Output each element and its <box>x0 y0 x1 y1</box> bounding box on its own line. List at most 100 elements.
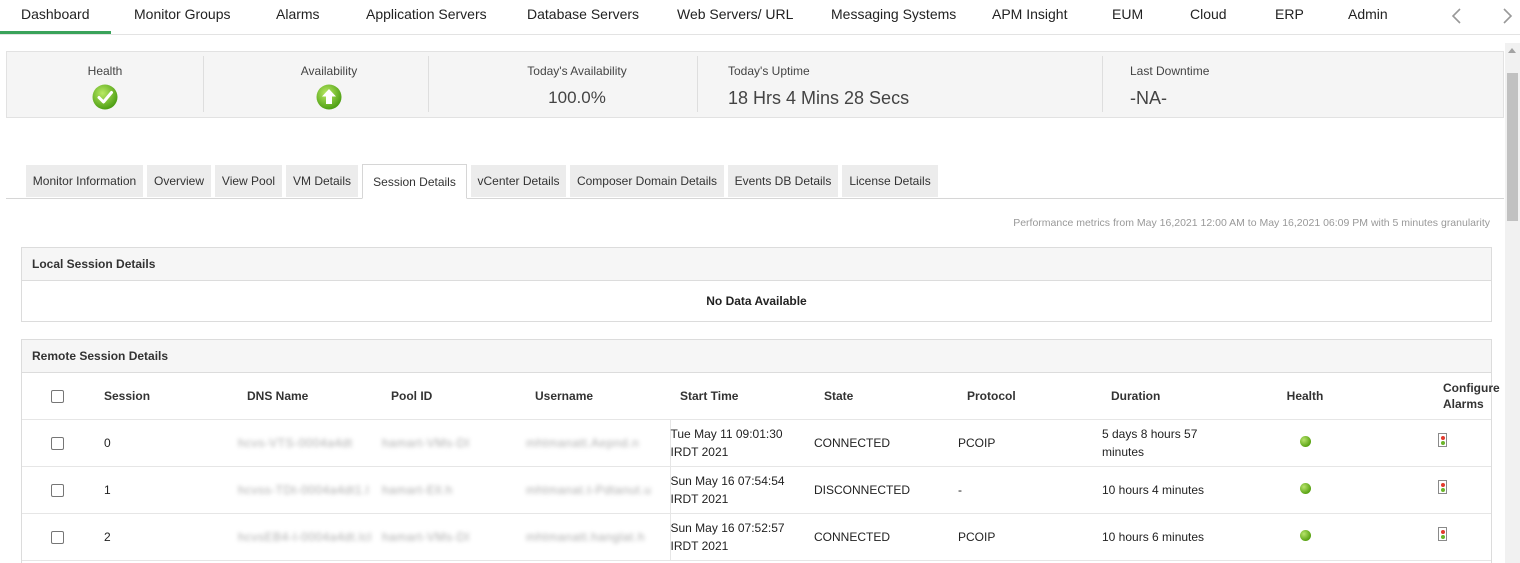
col-dns-name[interactable]: DNS Name <box>238 373 382 420</box>
start-time-text: Sun May 16 07:54:54 IRDT 2021 <box>670 473 785 506</box>
nav-alarms[interactable]: Alarms <box>276 0 320 34</box>
col-state[interactable]: State <box>814 373 958 420</box>
configure-alarms-icon[interactable] <box>1437 480 1447 494</box>
nav-application-servers[interactable]: Application Servers <box>366 0 487 34</box>
remote-session-title: Remote Session Details <box>22 340 1491 373</box>
row-checkbox[interactable] <box>51 436 64 450</box>
redacted-username: mhtmanatt.hanglat.h <box>526 529 645 544</box>
todays-availability-value: 100.0% <box>548 88 606 107</box>
pool-id-cell: hamart-Ell.h <box>382 466 526 514</box>
select-all-checkbox[interactable] <box>51 389 64 403</box>
duration-cell: 10 hours 4 minutes <box>1102 466 1217 514</box>
table-row: 2 hcvsEB4-l-0004a4dt.lcl hamart-VMs-DI m… <box>22 513 1491 561</box>
tab-vcenter-details[interactable]: vCenter Details <box>471 165 566 197</box>
vertical-scrollbar[interactable] <box>1505 43 1520 563</box>
redacted-dns-name: hcvsEB4-l-0004a4dt.lcl <box>238 529 372 544</box>
row-select-cell <box>22 466 94 514</box>
row-select-cell <box>22 513 94 561</box>
redacted-dns-name: hcvs-VTS-0004a4dt <box>238 435 353 450</box>
nav-messaging-systems[interactable]: Messaging Systems <box>831 0 956 34</box>
monitor-summary: Health Availability Today's Availability… <box>6 51 1504 118</box>
session-cell: 0 <box>94 419 238 467</box>
state-cell: CONNECTED <box>814 513 958 561</box>
nav-admin[interactable]: Admin <box>1348 0 1388 34</box>
redacted-pool-id: hamart-Ell.h <box>382 482 453 497</box>
scroll-up-icon[interactable] <box>1508 48 1516 53</box>
tab-view-pool[interactable]: View Pool <box>215 165 282 197</box>
col-username[interactable]: Username <box>526 373 670 420</box>
tab-monitor-information[interactable]: Monitor Information <box>26 165 143 197</box>
col-protocol[interactable]: Protocol <box>958 373 1102 420</box>
nav-monitor-groups[interactable]: Monitor Groups <box>134 0 230 34</box>
top-navigation: Dashboard Monitor Groups Alarms Applicat… <box>0 0 1520 35</box>
configure-alarms-cell <box>1393 466 1491 514</box>
nav-web-servers-url[interactable]: Web Servers/ URL <box>677 0 793 34</box>
health-status-icon[interactable] <box>1299 482 1311 494</box>
tab-vm-details[interactable]: VM Details <box>286 165 358 197</box>
nav-eum[interactable]: EUM <box>1112 0 1143 34</box>
dns-name-cell: hcvs-VTS-0004a4dt <box>238 419 382 467</box>
tab-license-details[interactable]: License Details <box>842 165 938 197</box>
pool-id-cell: hamart-VMs-DI <box>382 419 526 467</box>
col-start-time[interactable]: Start Time <box>670 373 814 420</box>
nav-erp[interactable]: ERP <box>1275 0 1304 34</box>
detail-tabs: Monitor Information Overview View Pool V… <box>6 164 1504 199</box>
health-status-icon[interactable] <box>1299 529 1311 541</box>
todays-uptime-summary: Today's Uptime 18 Hrs 4 Mins 28 Secs <box>698 52 1102 117</box>
configure-alarms-icon[interactable] <box>1437 527 1447 541</box>
scrollbar-thumb[interactable] <box>1507 73 1518 221</box>
col-health[interactable]: Health <box>1217 373 1393 420</box>
select-all-cell <box>22 373 94 420</box>
tab-overview[interactable]: Overview <box>147 165 211 197</box>
nav-dashboard[interactable]: Dashboard <box>0 0 111 34</box>
configure-alarms-cell <box>1393 513 1491 561</box>
start-time-cell: Tue May 11 09:01:30 IRDT 2021 <box>669 419 814 467</box>
table-row: 0 hcvs-VTS-0004a4dt hamart-VMs-DI mhtman… <box>22 419 1491 467</box>
table-row: 1 hcvss-TDt-0004a4dt1.l hamart-Ell.h mht… <box>22 466 1491 514</box>
availability-summary: Availability <box>204 52 428 117</box>
state-cell: CONNECTED <box>814 419 958 467</box>
protocol-cell: PCOIP <box>958 419 1102 467</box>
todays-availability-summary: Today's Availability 100.0% <box>429 52 697 117</box>
performance-metrics-note: Performance metrics from May 16,2021 12:… <box>1013 217 1490 229</box>
availability-label: Availability <box>300 64 358 78</box>
nav-database-servers[interactable]: Database Servers <box>527 0 639 34</box>
nav-apm-insight[interactable]: APM Insight <box>992 0 1067 34</box>
health-cell <box>1217 513 1393 561</box>
remote-session-panel: Remote Session Details Session DNS Name … <box>21 339 1500 563</box>
col-duration[interactable]: Duration <box>1102 373 1217 420</box>
last-downtime-label: Last Downtime <box>1130 64 1210 78</box>
chevron-right-icon[interactable] <box>1498 6 1516 26</box>
duration-cell: 5 days 8 hours 57 minutes <box>1102 419 1217 467</box>
start-time-cell: Sun May 16 07:54:54 IRDT 2021 <box>669 466 814 514</box>
no-data-message: No Data Available <box>706 294 807 308</box>
col-pool-id[interactable]: Pool ID <box>382 373 526 420</box>
health-status-icon[interactable] <box>1299 435 1311 447</box>
last-downtime-summary: Last Downtime -NA- <box>1103 52 1503 117</box>
configure-alarms-icon[interactable] <box>1437 433 1447 447</box>
health-cell <box>1217 419 1393 467</box>
tab-composer-domain-details[interactable]: Composer Domain Details <box>570 165 724 197</box>
availability-up-arrow-icon[interactable] <box>316 84 342 110</box>
col-session[interactable]: Session <box>94 373 238 420</box>
chevron-left-icon[interactable] <box>1448 6 1466 26</box>
username-cell: mhtmanat.t-Pdtanut.u <box>526 466 670 514</box>
nav-cloud[interactable]: Cloud <box>1190 0 1227 34</box>
row-checkbox[interactable] <box>51 530 64 544</box>
todays-availability-label: Today's Availability <box>527 64 627 78</box>
redacted-dns-name: hcvss-TDt-0004a4dt1.l <box>238 482 370 497</box>
local-session-title: Local Session Details <box>22 248 1491 281</box>
username-cell: mhtmanatt.hanglat.h <box>526 513 670 561</box>
tab-session-details[interactable]: Session Details <box>362 164 467 199</box>
state-cell: DISCONNECTED <box>814 466 958 514</box>
col-configure-alarms[interactable]: Configure Alarms <box>1393 373 1500 420</box>
health-summary: Health <box>7 52 203 117</box>
protocol-cell: - <box>958 466 1102 514</box>
health-cell <box>1217 466 1393 514</box>
tab-events-db-details[interactable]: Events DB Details <box>728 165 838 197</box>
row-checkbox[interactable] <box>51 483 64 497</box>
duration-cell: 10 hours 6 minutes <box>1102 513 1217 561</box>
health-label: Health <box>87 64 123 78</box>
health-check-icon[interactable] <box>92 84 118 110</box>
session-cell: 1 <box>94 466 238 514</box>
